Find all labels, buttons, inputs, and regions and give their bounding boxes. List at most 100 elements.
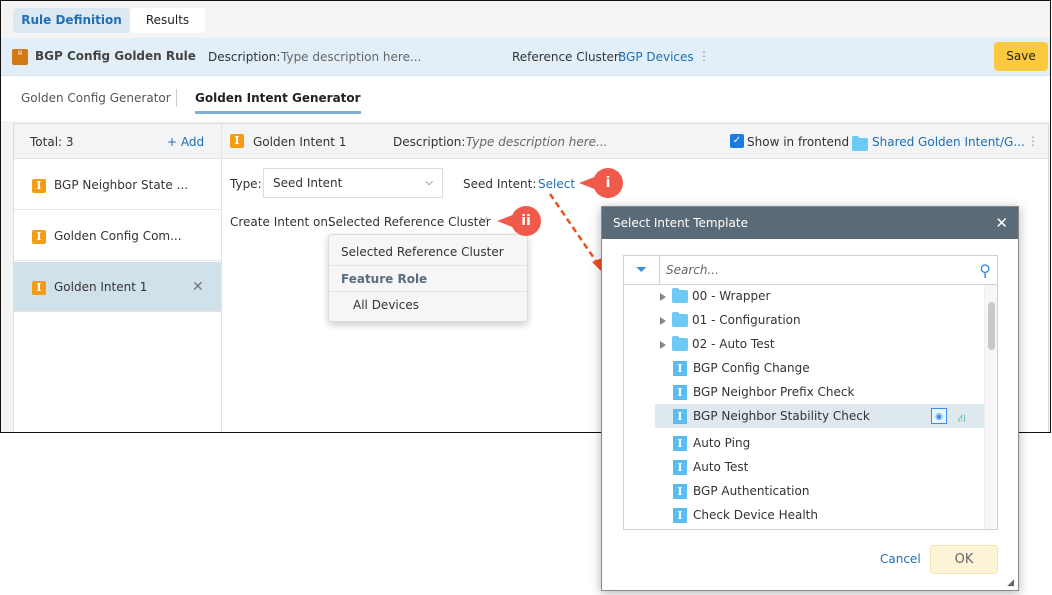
folder-icon <box>672 312 688 327</box>
type-label: Type: <box>230 177 262 191</box>
item-label: BGP Neighbor Stability Check <box>693 409 870 423</box>
search-placeholder: Search... <box>666 263 719 277</box>
resize-handle-icon[interactable]: ◢ <box>1007 578 1014 588</box>
item-label: BGP Neighbor Prefix Check <box>693 385 855 399</box>
list-item[interactable]: I BGP Neighbor State ... <box>14 160 221 210</box>
intent-icon: I <box>673 409 687 424</box>
description-label: Description: <box>208 50 281 64</box>
intent-icon: I <box>673 508 687 523</box>
preview-icon[interactable]: ◉ <box>931 408 947 424</box>
sub-tabs: Golden Config Generator Golden Intent Ge… <box>1 76 1050 121</box>
dialog-title: Select Intent Template <box>613 216 748 230</box>
config-icon: ▤ <box>12 49 28 65</box>
template-tree-box: ⏷ Search... ⚲ 00 - Wrapper 01 - Configura… <box>623 255 998 530</box>
annotation-marker-ii: ii <box>497 206 541 236</box>
reference-cluster-label: Reference Cluster: <box>512 50 623 64</box>
create-intent-menu: Selected Reference Cluster Feature Role … <box>328 234 528 322</box>
item-label: Auto Ping <box>693 436 751 450</box>
chevron-down-icon: ⌵ <box>425 177 433 188</box>
folder-icon <box>672 288 688 303</box>
item-label: Check Device Health <box>693 508 818 522</box>
more-icon[interactable]: ⋮ <box>698 49 710 63</box>
folder-icon <box>672 336 688 351</box>
more-icon[interactable]: ⋮ <box>1027 134 1039 148</box>
expand-icon[interactable] <box>660 340 666 349</box>
folder-icon <box>852 136 868 151</box>
search-input[interactable]: Search... ⚲ <box>660 256 997 285</box>
tree-item-selected[interactable]: I BGP Neighbor Stability Check ◉ ⛙ <box>655 404 985 428</box>
divider <box>221 124 222 432</box>
save-button[interactable]: Save <box>994 42 1048 71</box>
create-intent-label: Create Intent on: <box>230 215 333 229</box>
expand-icon[interactable] <box>660 316 666 325</box>
folder-label: 00 - Wrapper <box>692 289 771 303</box>
menu-item-selected-reference-cluster[interactable]: Selected Reference Cluster <box>329 235 527 266</box>
intent-icon: I <box>673 361 687 376</box>
tree-item[interactable]: I Check Device Health <box>624 503 984 527</box>
filter-icon[interactable]: ⏷ <box>624 256 660 285</box>
show-frontend-label: Show in frontend <box>747 135 850 149</box>
intent-icon: I <box>673 484 687 499</box>
folder-link[interactable]: Shared Golden Intent/G... <box>872 135 1025 149</box>
item-label: Auto Test <box>693 460 749 474</box>
annotation-arrow <box>548 193 602 272</box>
divider <box>176 89 177 107</box>
tab-golden-config-generator[interactable]: Golden Config Generator <box>21 91 171 105</box>
item-label: Golden Config Com... <box>54 229 182 243</box>
intent-icon: I <box>230 134 244 148</box>
tree-item[interactable]: I BGP Neighbor Prefix Check <box>624 380 984 404</box>
seed-intent-select-link[interactable]: Select <box>538 177 575 191</box>
intent-icon: I <box>673 385 687 400</box>
add-button[interactable]: + Add <box>167 135 204 149</box>
folder-label: 01 - Configuration <box>692 313 801 327</box>
dialog-header: Select Intent Template ✕ <box>602 207 1018 239</box>
item-label: BGP Neighbor State ... <box>54 178 189 192</box>
total-count: Total: 3 <box>30 135 74 149</box>
menu-group-feature-role: Feature Role <box>329 266 527 292</box>
intent-icon: I <box>32 280 46 295</box>
select-intent-template-dialog: Select Intent Template ✕ ⏷ Search... ⚲ 00 … <box>601 206 1019 591</box>
search-icon[interactable]: ⚲ <box>979 256 991 285</box>
reference-cluster-link[interactable]: BGP Devices <box>618 50 694 64</box>
list-item[interactable]: I Golden Config Com... <box>14 211 221 261</box>
description-label: Description: <box>393 135 466 149</box>
rule-title: BGP Config Golden Rule <box>35 49 196 63</box>
item-label: BGP Config Change <box>693 361 810 375</box>
close-icon[interactable]: ✕ <box>192 262 204 312</box>
tree-folder[interactable]: 00 - Wrapper <box>624 285 984 308</box>
item-label: Golden Intent 1 <box>54 280 148 294</box>
folder-label: 02 - Auto Test <box>692 337 775 351</box>
tree-item[interactable]: I Auto Test <box>624 455 984 479</box>
close-icon[interactable]: ✕ <box>995 207 1008 239</box>
type-value: Seed Intent <box>273 176 343 190</box>
menu-item-all-devices[interactable]: All Devices <box>329 292 527 318</box>
tree-item[interactable]: I BGP Config Change <box>624 356 984 380</box>
intent-icon: I <box>673 460 687 475</box>
tab-golden-intent-generator[interactable]: Golden Intent Generator <box>195 91 361 114</box>
expand-icon[interactable] <box>660 292 666 301</box>
intent-description-input[interactable]: Type description here... <box>466 135 608 149</box>
rule-header: ▤ BGP Config Golden Rule Description: Ty… <box>1 38 1050 76</box>
tree-item[interactable]: I Auto Ping <box>624 431 984 455</box>
scrollbar[interactable] <box>984 285 997 529</box>
chevron-down-icon[interactable]: ⌵ <box>480 213 488 224</box>
topology-icon[interactable]: ⛙ <box>958 407 966 431</box>
description-input[interactable]: Type description here... <box>281 50 421 64</box>
template-tree: 00 - Wrapper 01 - Configuration 02 - Aut… <box>624 285 997 529</box>
tree-folder[interactable]: 02 - Auto Test <box>624 332 984 356</box>
tree-folder[interactable]: 01 - Configuration <box>624 308 984 332</box>
intent-icon: I <box>32 178 46 193</box>
intent-icon: I <box>673 436 687 451</box>
show-frontend-checkbox[interactable]: ✓ <box>730 134 744 148</box>
seed-intent-label: Seed Intent: <box>463 177 537 191</box>
tab-rule-definition[interactable]: Rule Definition <box>13 8 130 33</box>
intent-icon: I <box>32 229 46 244</box>
create-intent-dropdown[interactable]: Selected Reference Cluster <box>328 215 491 229</box>
cancel-button[interactable]: Cancel <box>880 552 921 566</box>
list-item-selected[interactable]: I Golden Intent 1 ✕ <box>14 262 221 312</box>
tree-item[interactable]: I BGP Authentication <box>624 479 984 503</box>
ok-button[interactable]: OK <box>930 545 998 574</box>
intent-name: Golden Intent 1 <box>253 135 347 149</box>
tab-results[interactable]: Results <box>130 8 205 33</box>
type-select[interactable]: Seed Intent ⌵ <box>263 168 443 198</box>
